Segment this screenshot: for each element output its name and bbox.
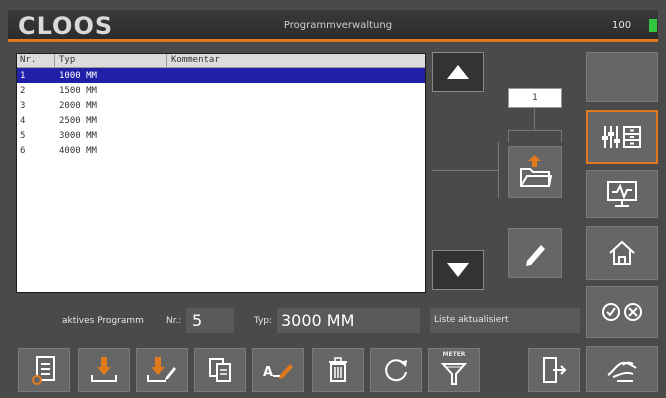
cell-nr: 2 <box>20 85 26 96</box>
cell-typ: 4000 MM <box>59 145 97 156</box>
table-row[interactable]: 4 2500 MM <box>17 113 425 128</box>
nr-label: Nr.: <box>166 316 182 326</box>
svg-text:A: A <box>263 365 273 380</box>
tree-line <box>432 170 498 171</box>
tree-line <box>508 130 562 131</box>
home-icon <box>609 240 635 265</box>
monitor-icon <box>607 181 637 207</box>
page-number-box: 1 <box>508 88 562 108</box>
column-header-nr[interactable]: Nr. <box>17 54 55 67</box>
copy-icon <box>209 358 231 382</box>
program-manager-button[interactable] <box>586 110 658 164</box>
level-readout: 100 <box>612 20 632 31</box>
scroll-down-button[interactable] <box>432 250 484 290</box>
confirm-cancel-icon <box>602 303 642 321</box>
status-message: Liste aktualisiert <box>430 308 580 333</box>
pencil-icon <box>526 245 545 266</box>
page-title: Programmverwaltung <box>283 20 393 31</box>
exit-icon <box>543 357 567 383</box>
download-icon <box>91 357 117 382</box>
active-program-label: aktives Programm <box>62 316 144 326</box>
tree-line <box>534 108 535 130</box>
hmi-screen: CLOOS Programmverwaltung 100 Nr. Typ Kom… <box>0 0 666 398</box>
confirm-cancel-button[interactable] <box>586 286 658 338</box>
rename-button[interactable]: A <box>252 348 304 392</box>
table-row[interactable]: 2 1500 MM <box>17 83 425 98</box>
typ-label: Typ: <box>254 316 273 326</box>
active-program-typ-field: 3000 MM <box>277 308 420 333</box>
table-row[interactable]: 1 1000 MM <box>17 68 425 83</box>
cloos-logo: CLOOS <box>18 12 114 40</box>
edit-comment-button[interactable] <box>508 228 562 278</box>
cell-nr: 1 <box>20 70 26 81</box>
active-program-nr-field: 5 <box>186 308 234 333</box>
triangle-down-icon <box>447 263 469 277</box>
hand-icon <box>607 361 637 382</box>
monitor-button[interactable] <box>586 170 658 218</box>
tree-line <box>498 142 499 198</box>
download-edit-icon <box>147 357 176 382</box>
trash-icon <box>329 357 347 382</box>
column-header-typ[interactable]: Typ <box>55 54 167 67</box>
delete-button[interactable] <box>312 348 364 392</box>
cell-typ: 1000 MM <box>59 70 97 81</box>
header-bar: CLOOS Programmverwaltung 100 <box>8 10 658 42</box>
cell-typ: 3000 MM <box>59 130 97 141</box>
column-header-kommentar[interactable]: Kommentar <box>167 54 425 67</box>
cell-nr: 6 <box>20 145 26 156</box>
folder-load-icon <box>520 155 553 187</box>
document-circle-icon <box>32 356 55 385</box>
tree-line <box>508 130 509 142</box>
document-button[interactable] <box>18 348 70 392</box>
program-table[interactable]: Nr. Typ Kommentar 1 1000 MM 2 1500 MM 3 … <box>16 53 426 293</box>
cell-typ: 2500 MM <box>59 115 97 126</box>
cell-nr: 3 <box>20 100 26 111</box>
status-indicator <box>649 19 657 32</box>
blank-tile[interactable] <box>586 52 658 102</box>
cell-typ: 2000 MM <box>59 100 97 111</box>
hand-button[interactable] <box>586 346 658 392</box>
copy-button[interactable] <box>194 348 246 392</box>
table-row[interactable]: 3 2000 MM <box>17 98 425 113</box>
filter-icon <box>440 363 468 385</box>
exit-button[interactable] <box>528 348 580 392</box>
download-button[interactable] <box>78 348 130 392</box>
cell-typ: 1500 MM <box>59 85 97 96</box>
rename-icon: A <box>263 364 293 380</box>
triangle-up-icon <box>447 65 469 79</box>
table-row[interactable]: 5 3000 MM <box>17 128 425 143</box>
tree-line <box>561 130 562 142</box>
scroll-up-button[interactable] <box>432 52 484 92</box>
meter-label: METER <box>442 351 466 358</box>
download-edit-button[interactable] <box>136 348 188 392</box>
refresh-button[interactable] <box>370 348 422 392</box>
cell-nr: 4 <box>20 115 26 126</box>
load-program-button[interactable] <box>508 146 562 198</box>
program-manager-icon <box>602 126 641 148</box>
table-row[interactable]: 6 4000 MM <box>17 143 425 158</box>
table-header: Nr. Typ Kommentar <box>17 54 425 68</box>
home-button[interactable] <box>586 226 658 280</box>
cell-nr: 5 <box>20 130 26 141</box>
refresh-icon <box>385 359 407 382</box>
meter-filter-button[interactable]: METER <box>428 348 480 392</box>
